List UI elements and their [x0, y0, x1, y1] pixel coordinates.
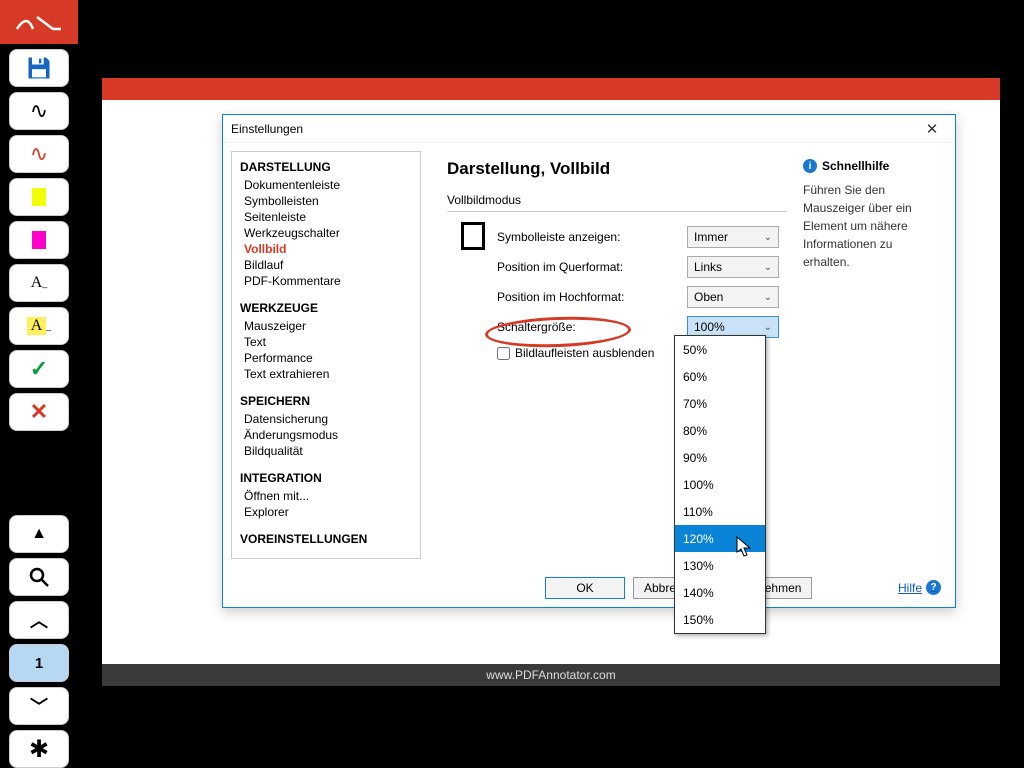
help-title: Schnellhilfe: [822, 159, 889, 173]
sidebar-item[interactable]: PDF-Kommentare: [240, 273, 416, 289]
help-question-icon: ?: [926, 580, 941, 595]
footer: www.PDFAnnotator.com: [102, 664, 1000, 686]
dropdown-option[interactable]: 90%: [675, 444, 765, 471]
ok-button[interactable]: OK: [545, 577, 625, 599]
x-icon[interactable]: ✕: [9, 393, 69, 431]
dropdown-option[interactable]: 110%: [675, 498, 765, 525]
sidebar-item[interactable]: Text extrahieren: [240, 366, 416, 382]
settings-dialog: Einstellungen ✕ DARSTELLUNG Dokumentenlei…: [222, 114, 956, 608]
dropdown-option[interactable]: 120%: [675, 525, 765, 552]
save-icon[interactable]: [9, 49, 69, 87]
dropdown-option[interactable]: 50%: [675, 336, 765, 363]
sidebar-group: VOREINSTELLUNGEN: [240, 532, 416, 546]
text-white-icon[interactable]: A_: [9, 264, 69, 302]
sidebar-item[interactable]: Bildlauf: [240, 257, 416, 273]
help-text: Führen Sie den Mauszeiger über ein Eleme…: [803, 181, 937, 271]
sidebar-item[interactable]: Explorer: [240, 504, 416, 520]
footer-url: www.PDFAnnotator.com: [486, 668, 615, 682]
page-indicator[interactable]: 1: [9, 644, 69, 682]
check-icon[interactable]: ✓: [9, 350, 69, 388]
title-bar: [102, 78, 1000, 100]
document-icon: [461, 222, 485, 250]
collapse-up-icon[interactable]: ▲: [9, 515, 69, 553]
select-1[interactable]: Links ⌄: [687, 256, 779, 278]
chevron-down-icon: ⌄: [764, 322, 772, 333]
sidebar-item[interactable]: Bildqualität: [240, 443, 416, 459]
help-link[interactable]: Hilfe ?: [898, 580, 941, 595]
page-title: Darstellung, Vollbild: [447, 159, 787, 179]
form-row: Symbolleiste anzeigen: Immer ⌄: [453, 222, 787, 252]
pen-black-icon[interactable]: ∿: [9, 92, 69, 130]
dropdown-option[interactable]: 140%: [675, 579, 765, 606]
next-page-icon[interactable]: ﹀: [9, 687, 69, 725]
form-label: Position im Hochformat:: [497, 290, 624, 304]
prev-page-icon[interactable]: ︿: [9, 601, 69, 639]
select-value: 100%: [694, 320, 725, 334]
dropdown-option[interactable]: 130%: [675, 552, 765, 579]
dialog-title-text: Einstellungen: [231, 122, 303, 136]
select-value: Immer: [694, 230, 728, 244]
select-value: Oben: [694, 290, 723, 304]
zoom-icon[interactable]: [9, 558, 69, 596]
highlighter-magenta-icon[interactable]: [9, 221, 69, 259]
chevron-down-icon: ⌄: [764, 292, 772, 303]
chevron-down-icon: ⌄: [764, 232, 772, 243]
sidebar-group: SPEICHERN: [240, 394, 416, 408]
sidebar-group: WERKZEUGE: [240, 301, 416, 315]
select-0[interactable]: Immer ⌄: [687, 226, 779, 248]
form-label: Symbolleiste anzeigen:: [497, 230, 620, 244]
dropdown-option[interactable]: 100%: [675, 471, 765, 498]
sidebar-item[interactable]: Dokumentenleiste: [240, 177, 416, 193]
sidebar-group: DARSTELLUNG: [240, 160, 416, 174]
dropdown-option[interactable]: 60%: [675, 363, 765, 390]
size-dropdown-list[interactable]: 50%60%70%80%90%100%110%120%130%140%150%: [674, 335, 766, 634]
form-label: Schaltergröße:: [497, 320, 576, 334]
chevron-down-icon: ⌄: [764, 262, 772, 273]
page-number: 1: [35, 655, 43, 672]
sidebar-item[interactable]: Werkzeugschalter: [240, 225, 416, 241]
dropdown-option[interactable]: 80%: [675, 417, 765, 444]
dropdown-option[interactable]: 70%: [675, 390, 765, 417]
sidebar-item[interactable]: Symbolleisten: [240, 193, 416, 209]
left-toolbar: ∿ ∿ A_ A_ ✓ ✕ ▲ ︿ 1 ﹀ ✱: [0, 0, 78, 768]
sidebar-group: INTEGRATION: [240, 471, 416, 485]
sidebar-item[interactable]: Datensicherung: [240, 411, 416, 427]
sidebar-item[interactable]: Mauszeiger: [240, 318, 416, 334]
sidebar-item[interactable]: Öffnen mit...: [240, 488, 416, 504]
checkbox-label: Bildlaufleisten ausblenden: [515, 346, 654, 360]
dialog-titlebar: Einstellungen ✕: [223, 115, 955, 143]
dropdown-option[interactable]: 150%: [675, 606, 765, 633]
form-row: Position im Hochformat: Oben ⌄: [453, 282, 787, 312]
form-row: Position im Querformat: Links ⌄: [453, 252, 787, 282]
close-icon[interactable]: ✕: [917, 120, 947, 138]
select-2[interactable]: Oben ⌄: [687, 286, 779, 308]
sidebar-item[interactable]: Vollbild: [240, 241, 416, 257]
main-area: www.PDFAnnotator.com Einstellungen ✕ DAR…: [78, 0, 1024, 768]
highlighter-yellow-icon[interactable]: [9, 178, 69, 216]
pen-red-icon[interactable]: ∿: [9, 135, 69, 173]
hide-scrollbars-checkbox[interactable]: [497, 347, 510, 360]
quick-help-panel: i Schnellhilfe Führen Sie den Mauszeiger…: [787, 159, 937, 559]
info-icon: i: [803, 159, 817, 173]
form-label: Position im Querformat:: [497, 260, 623, 274]
sidebar-item[interactable]: Text: [240, 334, 416, 350]
sidebar-item[interactable]: Änderungsmodus: [240, 427, 416, 443]
settings-icon[interactable]: ✱: [9, 730, 69, 768]
text-yellow-icon[interactable]: A_: [9, 307, 69, 345]
select-value: Links: [694, 260, 722, 274]
section-label: Vollbildmodus: [447, 193, 787, 207]
sidebar-item[interactable]: Performance: [240, 350, 416, 366]
settings-sidebar[interactable]: DARSTELLUNG DokumentenleisteSymbolleisten…: [231, 151, 421, 559]
sidebar-item[interactable]: Seitenleiste: [240, 209, 416, 225]
app-icon[interactable]: [0, 0, 78, 44]
